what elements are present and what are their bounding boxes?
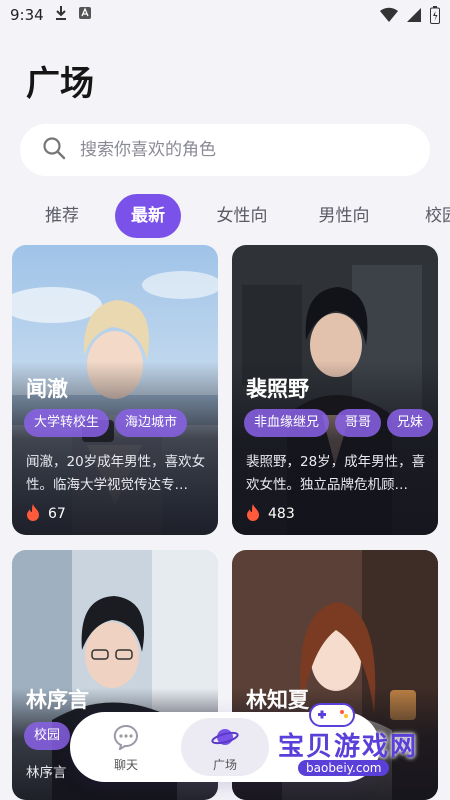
signal-icon: [406, 7, 422, 27]
character-name: 闻澈: [26, 377, 68, 401]
tab-recommend[interactable]: 推荐: [30, 194, 94, 238]
popularity-count: 483: [268, 506, 295, 522]
nav-plaza[interactable]: 广场: [181, 718, 269, 776]
character-description: 闻澈，20岁成年男性，喜欢女性。临海大学视觉传达专…: [26, 454, 206, 493]
tab-campus[interactable]: 校园: [412, 194, 450, 238]
page-title: 广场: [26, 64, 94, 104]
watermark-logo: 宝贝游戏网 baobeiy.com: [272, 703, 432, 782]
tab-latest[interactable]: 最新: [115, 194, 181, 238]
category-tabs: 推荐 最新 女性向 男性向 校园: [0, 190, 450, 238]
watermark-title: 宝贝游戏网: [278, 732, 419, 762]
app-notification-icon: [78, 6, 92, 24]
status-time: 9:34: [10, 6, 44, 24]
character-name: 林知夏: [246, 688, 309, 712]
popularity-count: 67: [48, 506, 66, 522]
character-card[interactable]: 闻澈 大学转校生 海边城市 闻澈，20岁成年男性，喜欢女性。临海大学视觉传达专……: [12, 245, 218, 535]
status-bar: 9:34: [0, 0, 450, 30]
search-icon: [42, 136, 66, 164]
nav-chat[interactable]: 聊天: [82, 718, 170, 776]
planet-icon: [181, 724, 269, 754]
popularity: 67: [26, 503, 66, 525]
tag-list: 大学转校生 海边城市: [24, 409, 188, 437]
download-icon: [54, 5, 68, 25]
tab-female[interactable]: 女性向: [205, 194, 279, 238]
search-bar[interactable]: [20, 124, 430, 176]
tag-list: 校园: [24, 722, 71, 750]
character-name: 林序言: [26, 688, 89, 712]
tag: 校园: [24, 722, 71, 750]
chat-bubble-icon: [82, 724, 170, 754]
tag: 哥哥: [335, 409, 382, 437]
nav-chat-label: 聊天: [113, 758, 138, 772]
wifi-icon: [380, 7, 398, 27]
flame-icon: [26, 503, 40, 525]
nav-plaza-label: 广场: [212, 758, 237, 772]
character-name: 裴照野: [246, 377, 309, 401]
watermark-url: baobeiy.com: [298, 760, 390, 776]
battery-icon: [430, 6, 440, 28]
tag: 非血缘继兄: [244, 409, 330, 437]
flame-icon: [246, 503, 260, 525]
tag: 大学转校生: [24, 409, 110, 437]
tab-male[interactable]: 男性向: [307, 194, 381, 238]
character-card[interactable]: 裴照野 非血缘继兄 哥哥 兄妹 裴照野，28岁，成年男性，喜欢女性。独立品牌危机…: [232, 245, 438, 535]
search-input[interactable]: [80, 140, 380, 160]
tag: 海边城市: [115, 409, 188, 437]
tag-list: 非血缘继兄 哥哥 兄妹: [244, 409, 434, 437]
tag: 兄妹: [387, 409, 434, 437]
character-description: 裴照野，28岁，成年男性，喜欢女性。独立品牌危机顾…: [246, 454, 426, 493]
popularity: 483: [246, 503, 295, 525]
